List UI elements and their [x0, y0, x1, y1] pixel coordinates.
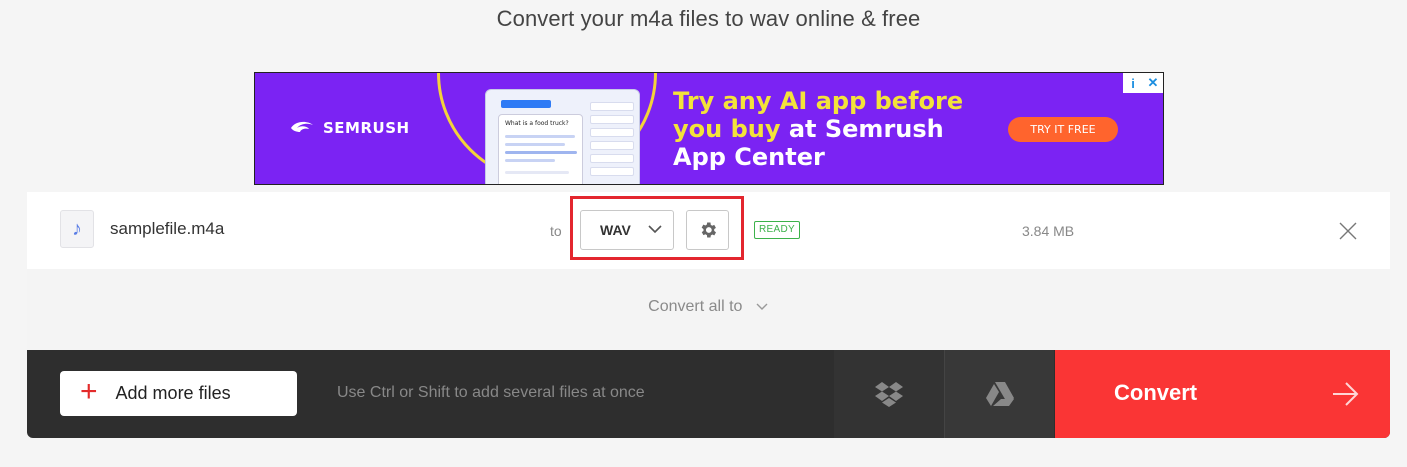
close-icon[interactable]	[1338, 221, 1358, 241]
convert-all-label: Convert all to	[648, 298, 743, 315]
ad-app-mockup: What is a food truck?	[485, 89, 640, 184]
google-drive-button[interactable]	[944, 350, 1054, 438]
ad-cta-button[interactable]: TRY IT FREE	[1008, 117, 1118, 142]
to-label: to	[550, 223, 562, 239]
convert-all-dropdown[interactable]: Convert all to	[27, 298, 1390, 316]
file-row: ♪ samplefile.m4a to WAV READY 3.84 MB	[27, 192, 1390, 269]
convert-all-row: Convert all to	[27, 269, 1390, 350]
chevron-down-icon	[756, 303, 768, 310]
plus-icon: +	[80, 375, 98, 408]
semrush-flame-icon	[291, 121, 313, 132]
dropbox-button[interactable]	[834, 350, 944, 438]
status-badge: READY	[754, 221, 800, 239]
ad-headline: Try any AI app before you buy at Semrush…	[673, 87, 964, 171]
upload-hint: Use Ctrl or Shift to add several files a…	[337, 384, 645, 401]
ad-choices[interactable]: i ✕	[1123, 73, 1163, 93]
add-more-files-button[interactable]: + Add more files	[60, 371, 297, 416]
arrow-right-icon	[1333, 382, 1359, 406]
ad-brand-logo: SEMRUSH	[289, 119, 410, 137]
ad-banner[interactable]: SEMRUSH What is a food truck? Try any AI…	[254, 72, 1164, 185]
gear-icon	[701, 222, 716, 238]
upload-bar: + Add more files Use Ctrl or Shift to ad…	[27, 350, 1390, 438]
settings-button[interactable]	[686, 210, 729, 250]
chevron-down-icon	[648, 225, 662, 234]
ad-brand-name: SEMRUSH	[323, 119, 410, 137]
file-name: samplefile.m4a	[110, 219, 225, 238]
music-note-icon: ♪	[60, 210, 94, 248]
add-more-files-label: Add more files	[115, 383, 231, 403]
dropbox-icon	[875, 382, 903, 407]
ad-close-icon[interactable]: ✕	[1143, 73, 1163, 93]
format-value: WAV	[600, 222, 631, 238]
ad-info-icon[interactable]: i	[1123, 73, 1143, 93]
convert-label: Convert	[1114, 380, 1198, 405]
ad-mock-question: What is a food truck?	[505, 120, 569, 127]
file-size: 3.84 MB	[1022, 223, 1075, 239]
convert-button[interactable]: Convert	[1055, 350, 1390, 438]
page-subtitle: Convert your m4a files to wav online & f…	[496, 6, 921, 31]
google-drive-icon	[985, 382, 1014, 406]
format-select[interactable]: WAV	[580, 210, 674, 250]
